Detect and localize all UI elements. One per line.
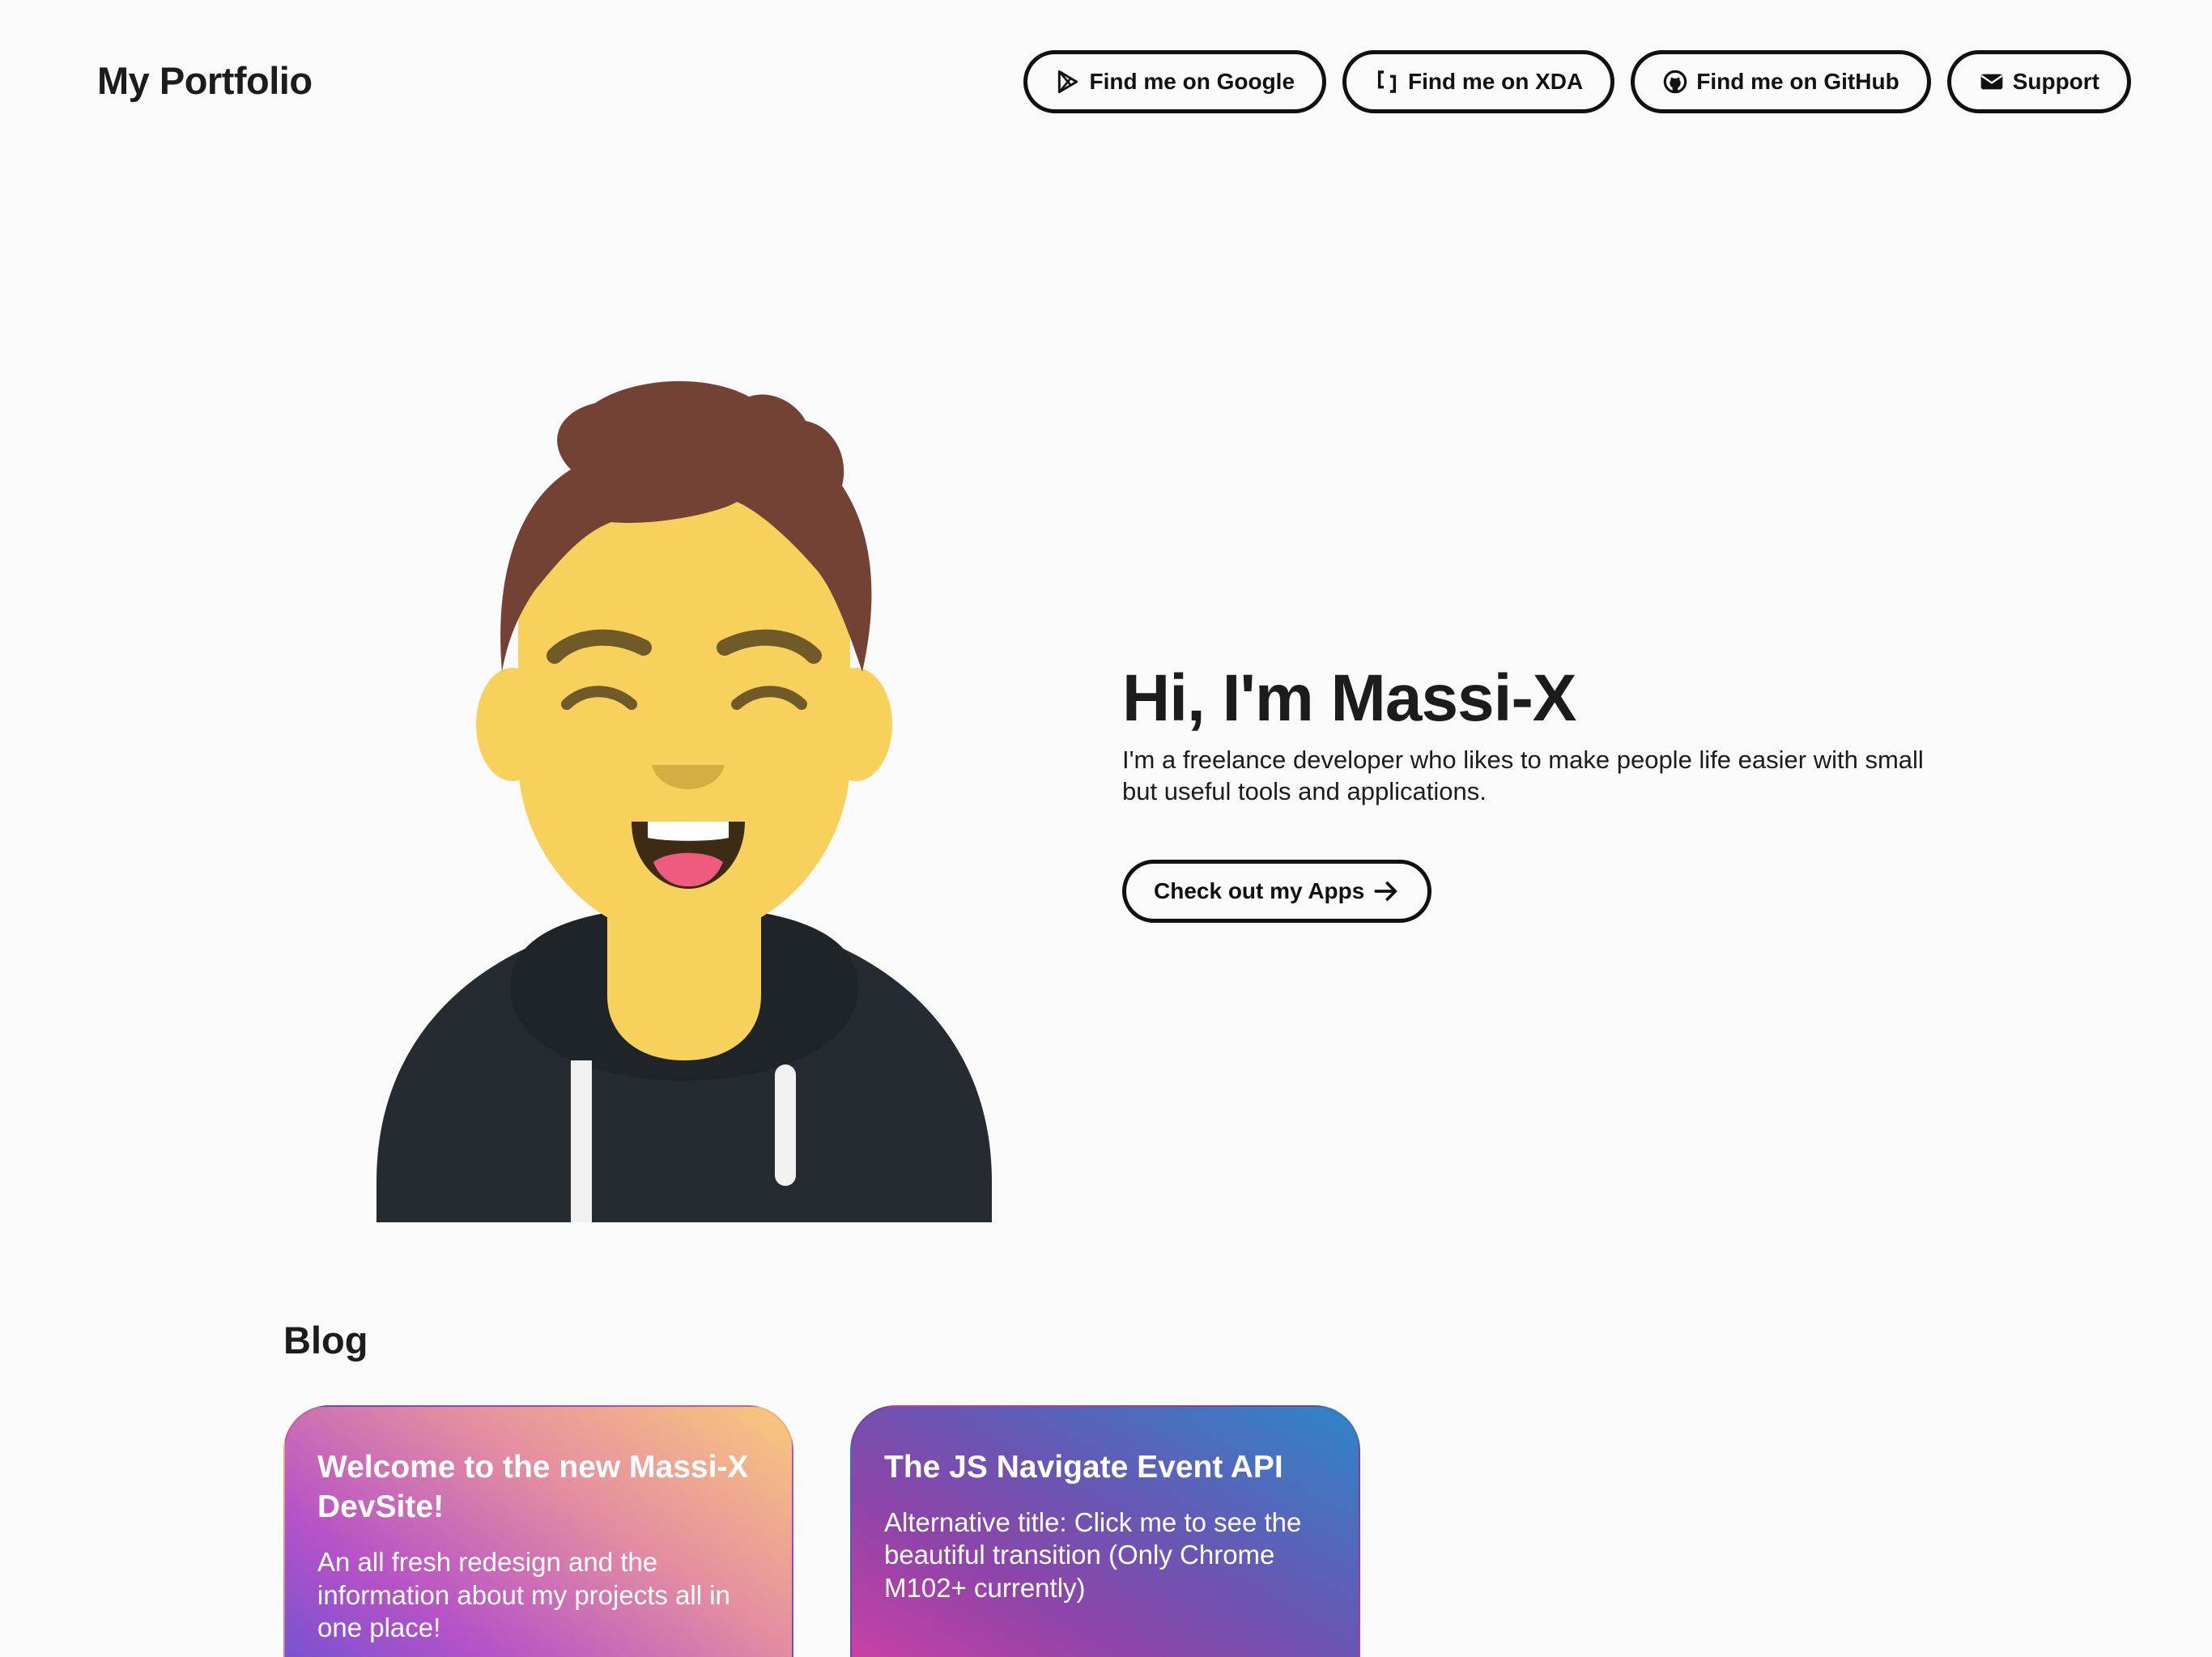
google-link-label: Find me on Google [1089, 69, 1295, 94]
xda-icon [1377, 70, 1397, 93]
cta-label: Check out my Apps [1154, 877, 1365, 903]
site-brand[interactable]: My Portfolio [97, 58, 313, 103]
support-link[interactable]: Support [1946, 50, 2131, 113]
hero-description: I'm a freelance developer who likes to m… [1122, 746, 1924, 805]
google-play-icon [1058, 70, 1078, 94]
blog-card-title: The JS Navigate Event API [884, 1450, 1283, 1485]
github-link-label: Find me on GitHub [1696, 69, 1899, 94]
blog-heading: Blog [283, 1319, 368, 1362]
blog-card-title: Welcome to the new Massi-X DevSite! [317, 1450, 749, 1525]
blog-card-navigate-api[interactable]: The JS Navigate Event API Alternative ti… [850, 1405, 1360, 1657]
hero-title: Hi, I'm Massi-X [1122, 661, 1576, 735]
avatar-illustration [376, 380, 992, 1222]
google-play-link[interactable]: Find me on Google [1023, 50, 1327, 113]
blog-card-description: An all fresh redesign and the informatio… [317, 1547, 730, 1642]
hero-section: Hi, I'm Massi-X I'm a freelance develope… [1122, 661, 1948, 923]
xda-link[interactable]: Find me on XDA [1342, 50, 1615, 113]
envelope-icon [1980, 74, 2003, 90]
support-link-label: Support [2012, 69, 2099, 94]
blog-card-welcome[interactable]: Welcome to the new Massi-X DevSite! An a… [283, 1405, 793, 1657]
xda-link-label: Find me on XDA [1408, 69, 1584, 94]
github-icon [1663, 70, 1687, 94]
github-link[interactable]: Find me on GitHub [1631, 50, 1931, 113]
arrow-right-icon [1374, 881, 1397, 901]
page: My Portfolio Find me on Google Find me o… [0, 0, 2212, 1657]
check-out-apps-button[interactable]: Check out my Apps [1122, 859, 1432, 923]
blog-card-description: Alternative title: Click me to see the b… [884, 1507, 1302, 1603]
header-nav: Find me on Google Find me on XDA Find me… [1023, 50, 2131, 113]
